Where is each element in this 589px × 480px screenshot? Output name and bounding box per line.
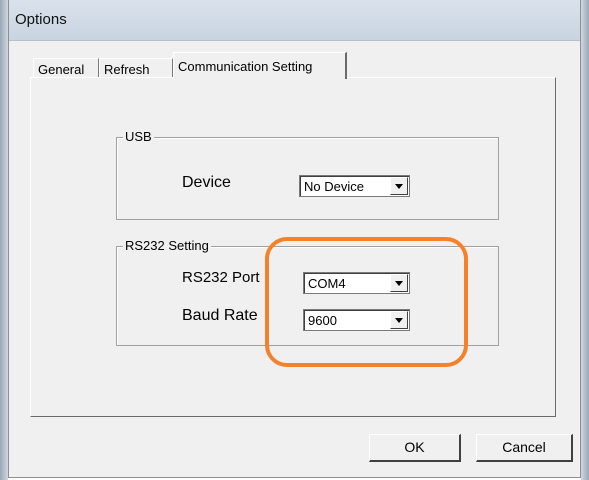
- title-bar[interactable]: Options: [9, 0, 580, 41]
- tab-general[interactable]: General: [33, 58, 99, 78]
- tab-refresh[interactable]: Refresh: [99, 58, 173, 78]
- chevron-down-icon[interactable]: [390, 177, 408, 195]
- baud-rate-label: Baud Rate: [182, 307, 258, 324]
- rs232-groupbox: RS232 Setting RS232 Port COM4 Baud Rate …: [116, 238, 499, 346]
- tab-communication-setting[interactable]: Communication Setting: [173, 52, 347, 79]
- rs232-port-dropdown-value: COM4: [308, 276, 346, 291]
- baud-rate-dropdown-value: 9600: [308, 313, 337, 328]
- device-label: Device: [182, 174, 231, 191]
- rs232-port-label: RS232 Port: [182, 269, 260, 286]
- communication-setting-panel: USB Device No Device RS232 Setting RS232…: [30, 77, 556, 417]
- usb-groupbox: USB Device No Device: [116, 129, 499, 220]
- options-dialog: Options General Refresh Communication Se…: [8, 0, 581, 478]
- device-dropdown-value: No Device: [304, 179, 364, 194]
- desktop-edge-left: [0, 0, 8, 480]
- window-title: Options: [15, 11, 67, 28]
- rs232-group-label: RS232 Setting: [123, 238, 211, 254]
- rs232-port-dropdown[interactable]: COM4: [303, 272, 410, 294]
- ok-button[interactable]: OK: [369, 434, 461, 462]
- usb-group-label: USB: [123, 129, 154, 145]
- desktop-edge-right: [581, 0, 589, 480]
- baud-rate-dropdown[interactable]: 9600: [303, 309, 410, 331]
- chevron-down-icon[interactable]: [390, 311, 408, 329]
- device-dropdown[interactable]: No Device: [299, 175, 410, 197]
- cancel-button[interactable]: Cancel: [476, 434, 573, 462]
- chevron-down-icon[interactable]: [390, 274, 408, 292]
